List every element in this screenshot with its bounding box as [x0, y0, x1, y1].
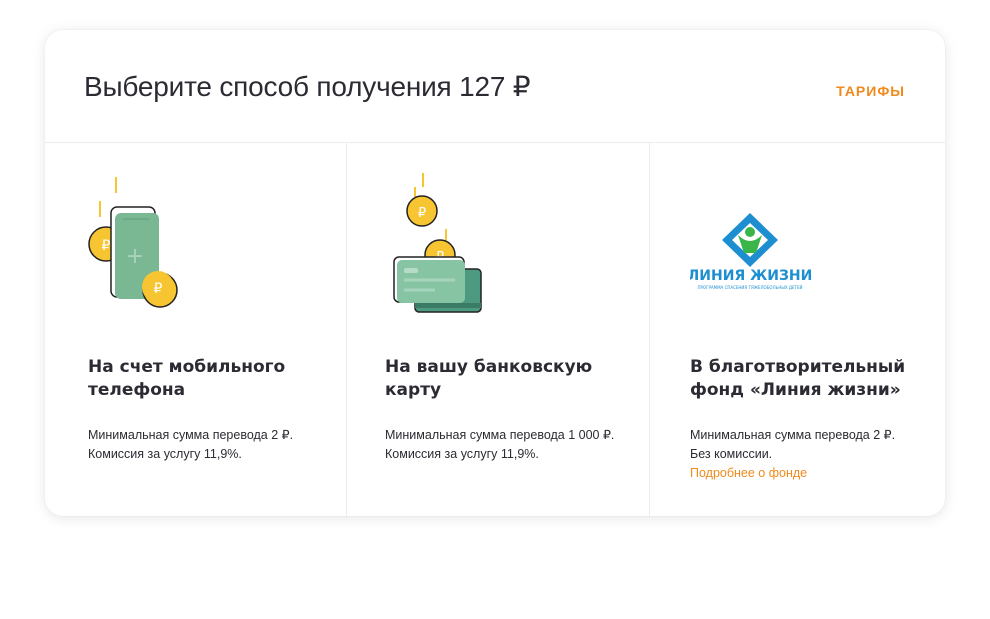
- fund-details-link[interactable]: Подробнее о фонде: [690, 464, 807, 483]
- logo-text: ЛИНИЯ ЖИЗНИ: [690, 268, 812, 284]
- coin-symbol: ₽: [154, 281, 163, 297]
- svg-text:+: +: [126, 244, 144, 269]
- payout-method-card: Выберите способ получения 127 ₽ ТАРИФЫ ₽…: [45, 30, 945, 516]
- option-description: Минимальная сумма перевода 1 000 ₽. Коми…: [385, 426, 625, 464]
- page-title: Выберите способ получения 127 ₽: [84, 71, 531, 102]
- logo-subtitle: ПРОГРАММА СПАСЕНИЯ ТЯЖЕЛОБОЛЬНЫХ ДЕТЕЙ: [698, 285, 803, 290]
- bank-cards-with-coins-icon: ₽ ₽: [385, 171, 495, 321]
- commission-text: Комиссия за услугу 11,9%.: [385, 447, 539, 461]
- option-charity-fund[interactable]: ЛИНИЯ ЖИЗНИ ПРОГРАММА СПАСЕНИЯ ТЯЖЕЛОБОЛ…: [650, 143, 945, 516]
- option-title: На счет мобильного телефона: [88, 357, 286, 400]
- card-header: Выберите способ получения 127 ₽ ТАРИФЫ: [45, 30, 945, 143]
- option-mobile-phone[interactable]: ₽ + ₽ На счет мобильного телефона Минима…: [45, 143, 347, 516]
- coin-symbol: ₽: [418, 206, 426, 221]
- option-title: На вашу банковскую карту: [385, 357, 593, 400]
- option-description: Минимальная сумма перевода 2 ₽. Без коми…: [690, 426, 930, 483]
- coin-symbol: ₽: [102, 238, 111, 254]
- option-title: В благотворительный фонд «Линия жизни»: [690, 357, 906, 400]
- commission-text: Без комиссии.: [690, 447, 773, 461]
- option-bank-card[interactable]: ₽ ₽ На вашу банковскую карту Минимальная…: [347, 143, 650, 516]
- commission-text: Комиссия за услугу 11,9%.: [88, 447, 242, 461]
- min-amount-text: Минимальная сумма перевода 2 ₽.: [690, 428, 896, 442]
- min-amount-text: Минимальная сумма перевода 1 000 ₽.: [385, 428, 615, 442]
- tariffs-link[interactable]: ТАРИФЫ: [836, 83, 905, 99]
- min-amount-text: Минимальная сумма перевода 2 ₽.: [88, 428, 294, 442]
- option-description: Минимальная сумма перевода 2 ₽. Комиссия…: [88, 426, 328, 464]
- liniya-zhizni-logo: ЛИНИЯ ЖИЗНИ ПРОГРАММА СПАСЕНИЯ ТЯЖЕЛОБОЛ…: [688, 213, 815, 293]
- phone-with-coins-icon: ₽ + ₽: [83, 171, 193, 321]
